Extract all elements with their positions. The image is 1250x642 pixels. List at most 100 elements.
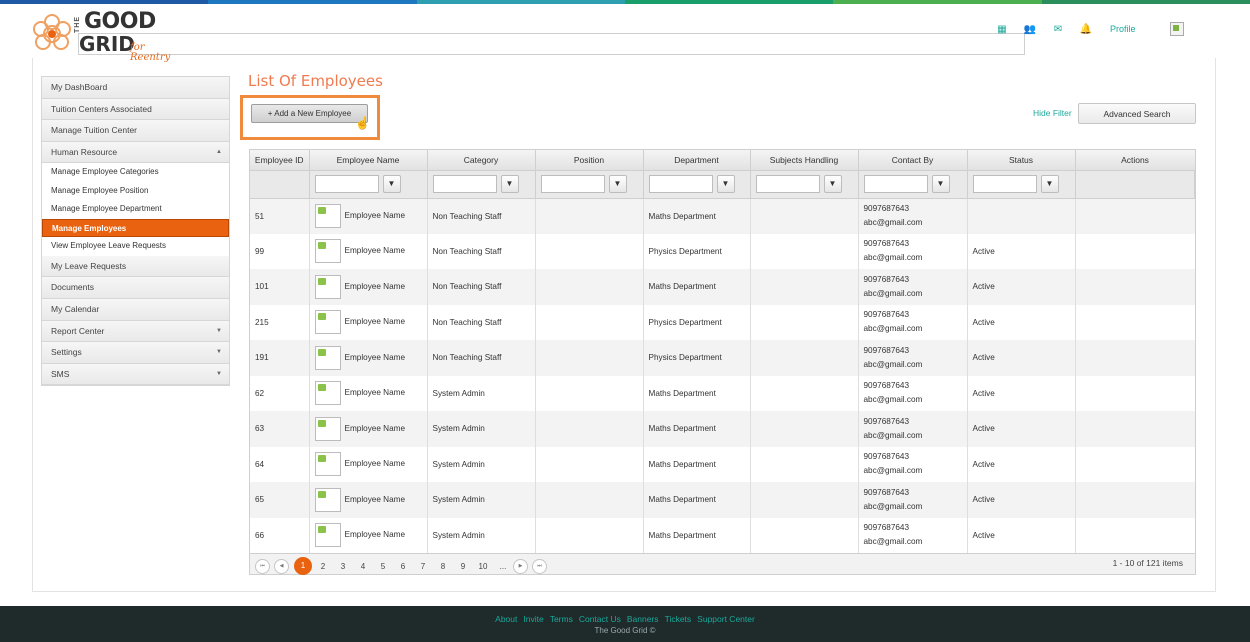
sidebar-item-my-dashboard[interactable]: My DashBoard [42, 77, 229, 99]
pager-first-icon[interactable]: ⏮ [255, 558, 270, 574]
column-header-employee-id[interactable]: Employee ID [250, 150, 310, 171]
pager-next-icon[interactable]: ▶ [513, 558, 528, 574]
department-cell: Physics Department [643, 304, 751, 340]
filter-input-contact-by[interactable] [863, 175, 928, 193]
sidebar-item-human-resource[interactable]: Human Resource ▲ [42, 141, 229, 164]
filter-icon[interactable]: ▼ [382, 175, 401, 193]
contact-cell: 9097687643 abc@gmail.com [858, 482, 968, 518]
column-header-position[interactable]: Position [535, 150, 644, 171]
sidebar-subitem-manage-employee-department[interactable]: Manage Employee Department [42, 200, 229, 219]
column-header-actions[interactable]: Actions [1075, 150, 1195, 171]
filter-icon[interactable]: ▼ [500, 175, 519, 193]
sidebar-subitem-manage-employee-categories[interactable]: Manage Employee Categories [42, 163, 229, 182]
pager-page[interactable]: 9 [453, 562, 473, 571]
sidebar-item-tuition-centers-associated[interactable]: Tuition Centers Associated [42, 98, 229, 121]
column-header-category[interactable]: Category [427, 150, 536, 171]
pager-last-icon[interactable]: ⏭ [532, 558, 547, 574]
sidebar-item-settings[interactable]: Settings ▼ [42, 342, 229, 364]
column-header-employee-name[interactable]: Employee Name [309, 150, 428, 171]
pager-page[interactable]: 10 [473, 562, 493, 571]
actions-cell[interactable] [1075, 447, 1195, 483]
column-header-contact-by[interactable]: Contact By [858, 150, 968, 171]
advanced-search-button[interactable]: Advanced Search [1078, 103, 1196, 124]
sidebar-item-my-leave-requests[interactable]: My Leave Requests [42, 255, 229, 278]
pager-page[interactable]: 7 [413, 562, 433, 571]
actions-cell[interactable] [1075, 198, 1195, 234]
mail-icon[interactable]: ✉ [1046, 24, 1070, 35]
filter-icon[interactable]: ▼ [823, 175, 842, 193]
employee-photo [314, 310, 341, 335]
profile-link[interactable]: Profile [1110, 24, 1136, 34]
logo[interactable]: THE GOOD GRID for Reentry [30, 10, 1025, 63]
sidebar-subitem-view-employee-leave-requests[interactable]: View Employee Leave Requests [42, 237, 229, 256]
filter-input-subjects-handling[interactable] [755, 175, 820, 193]
table-row[interactable]: 63 Employee Name System Admin Maths Departm… [250, 411, 1195, 447]
sidebar-item-manage-tuition-center[interactable]: Manage Tuition Center [42, 120, 229, 142]
footer-link-about[interactable]: About [495, 614, 517, 624]
employee-photo [314, 487, 341, 512]
pager-page[interactable]: 1 [294, 557, 312, 575]
actions-cell[interactable] [1075, 518, 1195, 554]
pager-page[interactable]: 8 [433, 562, 453, 571]
sidebar-item-my-calendar[interactable]: My Calendar [42, 299, 229, 321]
filter-input-category[interactable] [432, 175, 497, 193]
filter-input-status[interactable] [972, 175, 1037, 193]
footer-link-terms[interactable]: Terms [550, 614, 573, 624]
table-row[interactable]: 65 Employee Name System Admin Maths Departm… [250, 482, 1195, 518]
table-row[interactable]: 66 Employee Name System Admin Maths Departm… [250, 517, 1195, 554]
sidebar-subitem-manage-employee-position[interactable]: Manage Employee Position [42, 181, 229, 201]
pager-page[interactable]: 4 [353, 562, 373, 571]
footer-link-tickets[interactable]: Tickets [665, 614, 692, 624]
column-header-subjects-handling[interactable]: Subjects Handling [750, 150, 859, 171]
pager-page[interactable]: 2 [313, 562, 333, 571]
table-row[interactable]: 62 Employee Name System Admin Maths Departm… [250, 375, 1195, 412]
sidebar-subitem-manage-employees[interactable]: Manage Employees [42, 218, 229, 238]
footer-link-support-center[interactable]: Support Center [697, 614, 755, 624]
footer-link-banners[interactable]: Banners [627, 614, 659, 624]
actions-cell[interactable] [1075, 340, 1195, 376]
pager-page[interactable]: ... [493, 562, 513, 571]
pager-page[interactable]: 3 [333, 562, 353, 571]
actions-cell[interactable] [1075, 376, 1195, 412]
footer-link-contact-us[interactable]: Contact Us [579, 614, 621, 624]
employee-photo [314, 416, 341, 441]
filter-icon[interactable]: ▼ [931, 175, 950, 193]
filter-icon[interactable]: ▼ [608, 175, 627, 193]
column-header-status[interactable]: Status [967, 150, 1076, 171]
actions-cell[interactable] [1075, 305, 1195, 341]
pager-page[interactable]: 5 [373, 562, 393, 571]
filter-input-position[interactable] [540, 175, 605, 193]
filter-input-employee-name[interactable] [314, 175, 379, 193]
apps-icon[interactable]: ▦ [990, 24, 1014, 35]
footer-link-invite[interactable]: Invite [523, 614, 543, 624]
sidebar-item-documents[interactable]: Documents [42, 277, 229, 300]
actions-cell[interactable] [1075, 411, 1195, 447]
filter-icon[interactable]: ▼ [716, 175, 735, 193]
contact-phone: 9097687643 [863, 204, 910, 213]
contact-email: abc@gmail.com [863, 253, 923, 263]
table-row[interactable]: 191 Employee Name Non Teaching Staff Physic… [250, 340, 1195, 376]
table-row[interactable]: 64 Employee Name System Admin Maths Departm… [250, 446, 1195, 483]
sidebar-item-report-center[interactable]: Report Center ▼ [42, 320, 229, 343]
actions-cell[interactable] [1075, 482, 1195, 518]
filter-input-department[interactable] [648, 175, 713, 193]
table-row[interactable]: 215 Employee Name Non Teaching Staff Physic… [250, 304, 1195, 341]
sidebar-item-label: Tuition Centers Associated [51, 103, 152, 114]
table-row[interactable]: 99 Employee Name Non Teaching Staff Physics… [250, 233, 1195, 270]
users-icon[interactable]: 👥 [1018, 24, 1042, 35]
pager-prev-icon[interactable]: ◀ [274, 558, 289, 574]
column-header-department[interactable]: Department [643, 150, 751, 171]
actions-cell[interactable] [1075, 234, 1195, 270]
table-row[interactable]: 101 Employee Name Non Teaching Staff Maths … [250, 269, 1195, 305]
bell-icon[interactable]: 🔔 [1074, 24, 1098, 35]
table-row[interactable]: 51 Employee Name Non Teaching Staff Maths D… [250, 198, 1195, 234]
avatar[interactable] [1169, 22, 1184, 36]
sidebar-item-sms[interactable]: SMS ▼ [42, 363, 229, 386]
filter-icon[interactable]: ▼ [1040, 175, 1059, 193]
add-employee-button[interactable]: + Add a New Employee [251, 104, 368, 123]
add-button-highlight: + Add a New Employee ☝ [240, 95, 380, 140]
pager-page[interactable]: 6 [393, 562, 413, 571]
hide-filter-link[interactable]: Hide Filter [1033, 108, 1072, 118]
contact-cell: 9097687643 abc@gmail.com [858, 517, 968, 553]
actions-cell[interactable] [1075, 269, 1195, 305]
